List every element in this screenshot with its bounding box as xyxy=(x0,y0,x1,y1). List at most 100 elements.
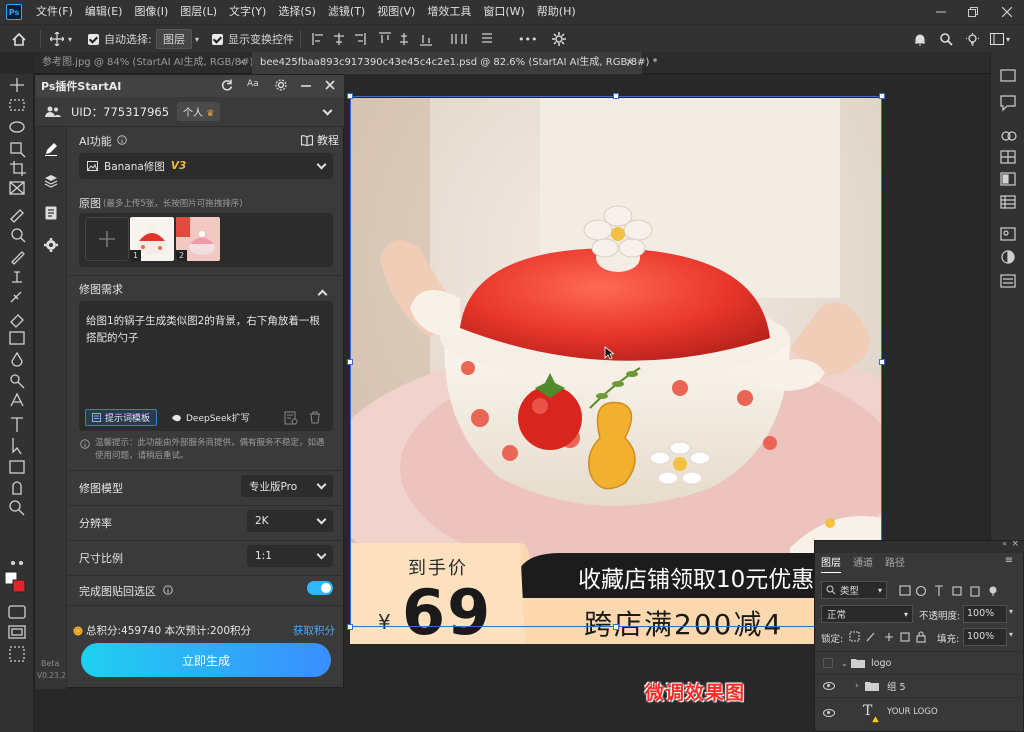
model-select[interactable]: 专业版Pro xyxy=(241,475,333,497)
menu-help[interactable]: 帮助(H) xyxy=(531,0,582,24)
eye-icon[interactable] xyxy=(823,708,835,717)
tutorial-link[interactable]: 教程 xyxy=(301,132,339,148)
divider xyxy=(67,575,345,576)
minimize-button[interactable] xyxy=(924,0,958,24)
paste-back-toggle[interactable] xyxy=(307,581,333,595)
auto-select-dropdown[interactable]: 图层 ▾ xyxy=(156,25,199,53)
search-button[interactable] xyxy=(940,25,953,53)
menu-type[interactable]: 文字(Y) xyxy=(223,0,272,24)
ai-function-select[interactable]: Banana修图 V3 xyxy=(79,153,333,179)
trash-icon[interactable] xyxy=(309,411,321,424)
tab-active-document[interactable]: bee425fbaa893c917390c43e45c4c2e1.psd @ 8… xyxy=(252,52,658,74)
opacity-input[interactable]: 100% xyxy=(963,605,1007,623)
lock-option-icons[interactable] xyxy=(849,631,929,643)
workspace-button[interactable]: ▾ xyxy=(990,25,1010,53)
discover-button[interactable] xyxy=(966,25,979,53)
aspect-ratio-select[interactable]: 1:1 xyxy=(247,545,333,567)
account-type-label: 个人 xyxy=(183,108,204,119)
panel-menu-icon[interactable]: ≡ xyxy=(1005,555,1013,566)
tab-reference-image[interactable]: 参考图.jpg @ 84% (StartAI AI生成, RGB/8#) * × xyxy=(34,52,262,74)
menu-select[interactable]: 选择(S) xyxy=(272,0,322,24)
layer-filter-select[interactable]: 类型 ▾ xyxy=(821,581,887,599)
dock-panel-icons[interactable] xyxy=(991,52,1024,292)
close-window-button[interactable] xyxy=(990,0,1024,24)
chevron-up-icon[interactable] xyxy=(317,289,328,300)
layer-row-your-logo[interactable]: T YOUR LOGO xyxy=(815,697,1024,727)
menu-plugins[interactable]: 增效工具 xyxy=(421,0,477,24)
add-image-button[interactable] xyxy=(85,217,129,261)
menu-bar: Ps 文件(F) 编辑(E) 图像(I) 图层(L) 文字(Y) 选择(S) 滤… xyxy=(0,0,1024,24)
transform-handle[interactable] xyxy=(347,93,353,99)
layer-row-group5[interactable]: › 组 5 xyxy=(815,674,1024,697)
notifications-button[interactable] xyxy=(914,25,926,53)
move-tool-preset[interactable]: ▾ xyxy=(50,25,72,53)
refresh-button[interactable] xyxy=(221,79,233,91)
menu-window[interactable]: 窗口(W) xyxy=(477,0,530,24)
source-image-label: 原图 xyxy=(79,197,101,210)
layer-row-logo[interactable]: ⌄ logo xyxy=(815,651,1024,674)
restore-button[interactable] xyxy=(956,0,990,24)
fill-input[interactable]: 100% xyxy=(963,628,1007,646)
close-tab-icon[interactable]: × xyxy=(238,52,246,74)
close-icon[interactable]: × xyxy=(1011,539,1019,549)
toolbox xyxy=(0,74,34,732)
blend-mode-select[interactable]: 正常 ▾ xyxy=(821,605,913,623)
transform-bounding-box[interactable] xyxy=(350,96,882,627)
warning-icon xyxy=(871,715,880,723)
auto-select-checkbox[interactable]: 自动选择: xyxy=(88,25,152,53)
settings-button[interactable] xyxy=(275,79,287,91)
caption-overlay: 微调效果图 xyxy=(645,682,746,704)
resolution-label: 分辨率 xyxy=(79,517,112,530)
menu-image[interactable]: 图像(I) xyxy=(128,0,174,24)
records-nav-button[interactable] xyxy=(43,205,59,221)
tab-layers[interactable]: 图层 xyxy=(821,555,841,573)
source-thumbnail-2[interactable]: 2 xyxy=(176,217,220,261)
transform-handle[interactable] xyxy=(613,93,619,99)
transform-handle[interactable] xyxy=(347,359,353,365)
layer-filter-icons[interactable] xyxy=(899,585,1019,597)
resolution-select[interactable]: 2K xyxy=(247,510,333,532)
chevron-right-icon[interactable]: › xyxy=(855,681,859,691)
settings-nav-button[interactable] xyxy=(43,237,59,253)
eye-icon[interactable] xyxy=(823,682,835,690)
align-buttons[interactable] xyxy=(312,25,502,53)
menu-edit[interactable]: 编辑(E) xyxy=(79,0,129,24)
chevron-down-icon[interactable]: ▾ xyxy=(1009,630,1013,639)
get-points-link[interactable]: 获取积分 xyxy=(293,623,335,638)
chevron-down-icon[interactable]: ⌄ xyxy=(841,659,848,668)
account-row[interactable]: UID：775317965 个人 ♛ xyxy=(35,97,345,127)
source-thumbnail-1[interactable]: 1 xyxy=(130,217,174,261)
tab-channels[interactable]: 通道 xyxy=(853,555,873,573)
deepseek-expand-button[interactable]: DeepSeek扩写 xyxy=(165,409,256,426)
more-options-button[interactable]: ••• xyxy=(518,25,537,53)
gear-icon xyxy=(44,238,58,252)
font-size-button[interactable]: Aa xyxy=(247,79,259,89)
transform-handle[interactable] xyxy=(879,93,885,99)
visibility-toggle-empty[interactable] xyxy=(823,658,833,668)
close-panel-button[interactable] xyxy=(325,80,335,90)
edit-nav-button[interactable] xyxy=(43,141,59,157)
menu-filter[interactable]: 滤镜(T) xyxy=(322,0,371,24)
requirement-textarea[interactable]: 给图1的锅子生成类似图2的背景，右下角放着一根搭配的勺子 提示词模板 DeepS… xyxy=(79,301,333,431)
menu-view[interactable]: 视图(V) xyxy=(371,0,421,24)
minimize-panel-button[interactable] xyxy=(301,78,311,92)
divider xyxy=(67,505,345,506)
collapse-icon[interactable]: « xyxy=(1002,539,1007,548)
transform-handle[interactable] xyxy=(879,359,885,365)
tab-paths[interactable]: 路径 xyxy=(885,555,905,573)
toolbox-icons xyxy=(4,78,26,662)
layers-nav-button[interactable] xyxy=(43,173,59,189)
transform-handle[interactable] xyxy=(347,624,353,630)
home-button[interactable] xyxy=(12,25,26,53)
prompt-template-button[interactable]: 提示词模板 xyxy=(85,409,158,426)
transform-handle[interactable] xyxy=(613,624,619,630)
history-icon[interactable] xyxy=(284,411,298,425)
show-transform-checkbox[interactable]: 显示变换控件 xyxy=(212,25,294,53)
close-tab-icon[interactable]: × xyxy=(626,52,634,74)
chevron-down-icon[interactable]: ▾ xyxy=(1009,607,1013,616)
menu-layer[interactable]: 图层(L) xyxy=(174,0,223,24)
menu-file[interactable]: 文件(F) xyxy=(30,0,79,24)
generate-button[interactable]: 立即生成 xyxy=(81,643,331,677)
3d-mode-button[interactable] xyxy=(552,25,566,53)
version-label: V0.23.2 xyxy=(37,671,66,680)
